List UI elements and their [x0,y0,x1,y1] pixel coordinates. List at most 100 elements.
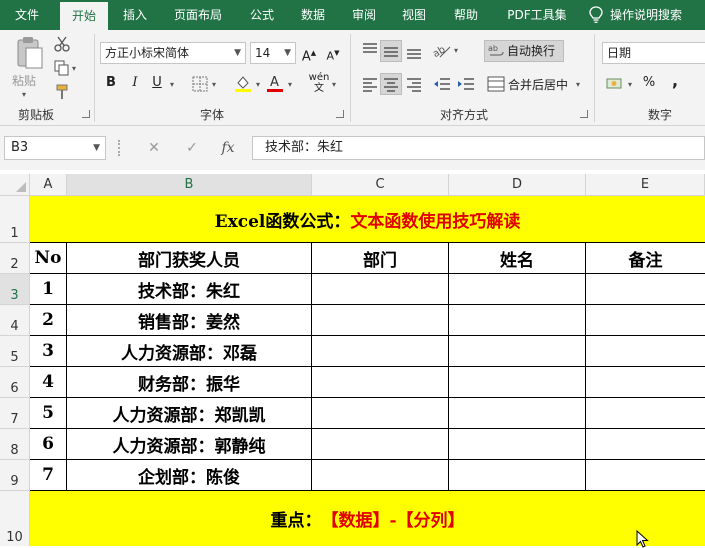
cell-name[interactable] [449,398,586,429]
column-header-c[interactable]: C [312,174,449,196]
cell-person[interactable]: 销售部：姜然 [67,305,312,336]
font-launcher[interactable] [336,110,344,118]
underline-button[interactable]: U [146,72,168,94]
cell-no[interactable]: 5 [30,398,67,429]
row-header-9[interactable]: 9 [0,460,30,491]
cell-no[interactable]: 6 [30,429,67,460]
cell-no[interactable]: 1 [30,274,67,305]
cell-no[interactable]: 7 [30,460,67,491]
align-middle-button[interactable] [380,40,402,62]
cell-person[interactable]: 人力资源部：邓磊 [67,336,312,367]
cell-note[interactable] [586,336,705,367]
cancel-icon[interactable]: ✕ [142,136,166,160]
cell-department[interactable] [312,460,449,491]
copy-icon[interactable] [54,60,70,76]
font-color-icon[interactable]: A [266,74,284,92]
cell-department[interactable] [312,398,449,429]
cell-department[interactable] [312,336,449,367]
align-center-button[interactable] [380,73,402,95]
cell-no[interactable]: 3 [30,336,67,367]
enter-icon[interactable]: ✓ [180,136,204,160]
row-header-1[interactable]: 1 [0,196,30,243]
tab-data[interactable]: 数据 [292,0,334,30]
row-header-2[interactable]: 2 [0,243,30,274]
cell-department[interactable] [312,367,449,398]
align-right-icon[interactable] [404,74,424,94]
cell-note[interactable] [586,305,705,336]
cell-person[interactable]: 人力资源部：郑凯凯 [67,398,312,429]
cell-department[interactable] [312,274,449,305]
align-top-icon[interactable] [360,40,380,60]
cell-note[interactable] [586,429,705,460]
cell-note[interactable] [586,398,705,429]
merge-center-icon[interactable] [487,76,505,92]
row-header-7[interactable]: 7 [0,398,30,429]
sheet-title-cell[interactable]: Excel函数公式： 文本函数使用技巧解读 [30,196,705,243]
cell-department[interactable] [312,429,449,460]
comma-style-button[interactable]: , [664,70,686,92]
select-all-button[interactable] [0,174,30,196]
header-cell-no[interactable]: No [30,243,67,274]
cell-no[interactable]: 4 [30,367,67,398]
row-header-6[interactable]: 6 [0,367,30,398]
cell-name[interactable] [449,460,586,491]
italic-button[interactable]: I [124,72,146,94]
phonetic-icon[interactable]: wén 文 [308,72,330,94]
cell-department[interactable] [312,305,449,336]
cell-person[interactable]: 人力资源部：郭静纯 [67,429,312,460]
orientation-icon[interactable]: ab [430,40,452,60]
format-painter-icon[interactable] [54,84,70,100]
formula-input[interactable]: 技术部：朱红 [252,136,705,160]
shrink-font-button[interactable]: A▼ [322,42,344,64]
cell-name[interactable] [449,274,586,305]
tab-view[interactable]: 视图 [394,0,434,30]
decrease-indent-icon[interactable] [432,74,452,94]
number-format-dropdown[interactable]: 日期 [602,42,705,64]
tab-file[interactable]: 文件 [6,0,48,30]
cell-name[interactable] [449,305,586,336]
tab-help[interactable]: 帮助 [446,0,486,30]
tab-insert[interactable]: 插入 [114,0,156,30]
font-size-dropdown[interactable]: 14 ▼ [250,42,296,64]
align-bottom-icon[interactable] [404,40,424,60]
percent-button[interactable]: % [638,72,660,94]
cell-note[interactable] [586,274,705,305]
tab-home[interactable]: 开始 [60,2,108,30]
cell-name[interactable] [449,336,586,367]
insert-function-icon[interactable]: fx [216,136,240,160]
cell-note[interactable] [586,367,705,398]
cell-person[interactable]: 技术部：朱红 [67,274,312,305]
column-header-a[interactable]: A [30,174,67,196]
wrap-text-button[interactable]: ab 自动换行 [484,40,564,62]
paste-label[interactable]: 粘贴 [12,72,36,89]
formula-bar-grip[interactable] [118,140,121,156]
clipboard-launcher[interactable] [82,110,90,118]
row-header-10[interactable]: 10 [0,491,30,546]
fill-color-icon[interactable] [234,74,252,92]
tab-page-layout[interactable]: 页面布局 [166,0,230,30]
column-header-e[interactable]: E [586,174,705,196]
cut-icon[interactable] [54,36,70,52]
column-header-d[interactable]: D [449,174,586,196]
borders-icon[interactable] [192,76,208,92]
header-cell-name[interactable]: 姓名 [449,243,586,274]
header-cell-person[interactable]: 部门获奖人员 [67,243,312,274]
cell-person[interactable]: 企划部：陈俊 [67,460,312,491]
cell-name[interactable] [449,367,586,398]
name-box[interactable]: B3 ▼ [4,136,106,160]
tab-formulas[interactable]: 公式 [242,0,282,30]
cell-no[interactable]: 2 [30,305,67,336]
alignment-launcher[interactable] [580,110,588,118]
cell-name[interactable] [449,429,586,460]
row-header-4[interactable]: 4 [0,305,30,336]
paste-icon[interactable] [14,36,44,70]
grow-font-button[interactable]: A▲ [298,42,320,64]
column-header-b[interactable]: B [67,174,312,196]
font-family-dropdown[interactable]: 方正小标宋简体 ▼ [100,42,246,64]
row-header-8[interactable]: 8 [0,429,30,460]
tell-me-search[interactable]: 操作说明搜索 [610,0,682,30]
header-cell-note[interactable]: 备注 [586,243,705,274]
increase-indent-icon[interactable] [456,74,476,94]
merge-center-label[interactable]: 合并后居中 [508,74,568,96]
align-left-icon[interactable] [360,74,380,94]
